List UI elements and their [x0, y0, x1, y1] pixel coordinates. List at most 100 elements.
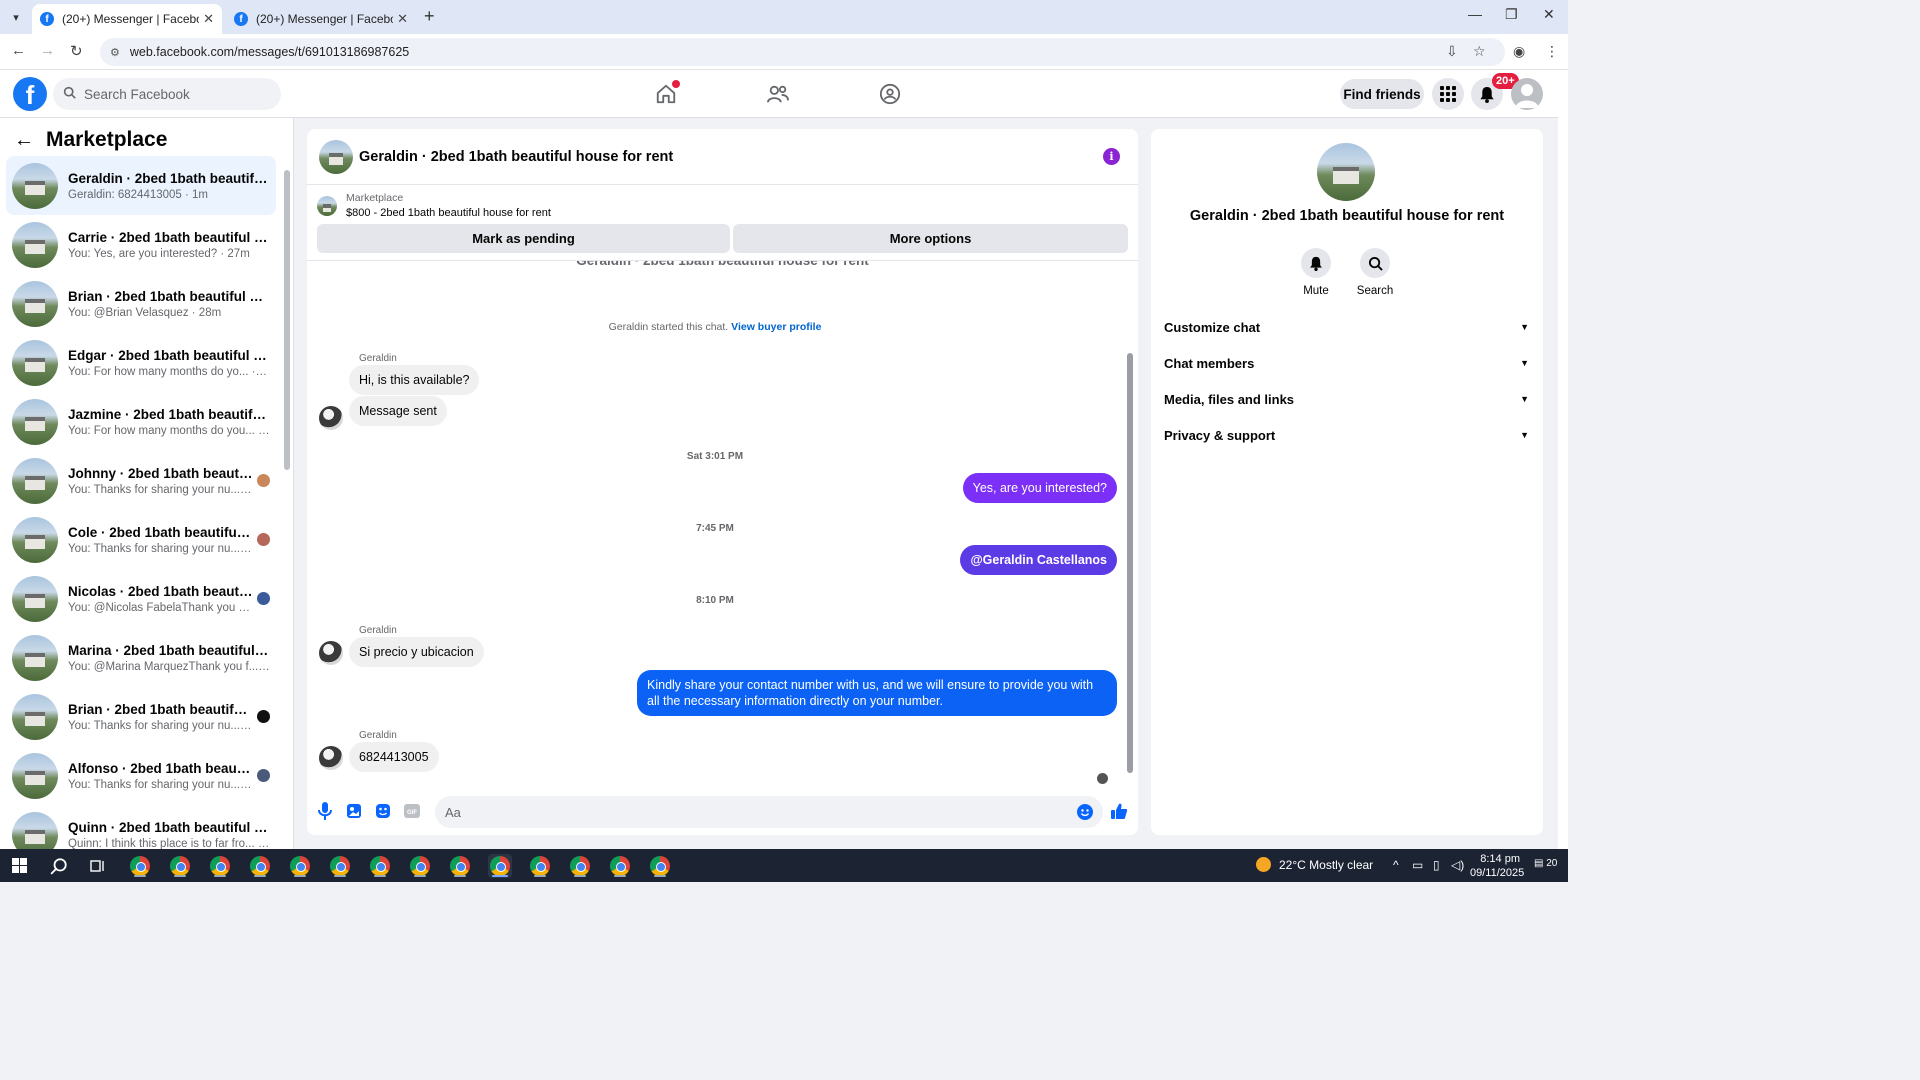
windows-start-icon[interactable]	[12, 858, 27, 873]
more-options-button[interactable]: More options	[733, 224, 1128, 253]
account-avatar[interactable]	[1511, 78, 1543, 110]
media-files-links-section[interactable]: Media, files and links ▼	[1164, 389, 1529, 409]
back-arrow-icon[interactable]: ←	[14, 129, 34, 152]
conversation-item[interactable]: Carrie · 2bed 1bath beautiful ho... You: …	[6, 215, 276, 274]
incoming-message[interactable]: Message sent	[349, 396, 447, 426]
sender-avatar[interactable]	[319, 406, 343, 430]
conversation-item[interactable]: Jazmine · 2bed 1bath beautiful h... You: …	[6, 392, 276, 451]
sticker-icon[interactable]	[374, 802, 392, 820]
chat-scrollbar[interactable]	[1126, 263, 1134, 783]
chrome-taskbar-icon[interactable]	[328, 854, 352, 878]
chrome-taskbar-icon[interactable]	[648, 854, 672, 878]
conversation-item[interactable]: Brian · 2bed 1bath beautiful hou... You: …	[6, 274, 276, 333]
info-icon[interactable]: i	[1103, 148, 1120, 165]
privacy-support-section[interactable]: Privacy & support ▼	[1164, 425, 1529, 445]
mute-button[interactable]: Mute	[1286, 248, 1346, 297]
listing-thumbnail	[12, 162, 58, 209]
chrome-taskbar-icon[interactable]	[168, 854, 192, 878]
customize-chat-section[interactable]: Customize chat ▼	[1164, 317, 1529, 337]
install-app-icon[interactable]: ⇩	[1446, 43, 1458, 60]
incoming-message[interactable]: 6824413005	[349, 742, 439, 772]
weather-widget[interactable]: 22°C Mostly clear	[1256, 857, 1373, 872]
mark-as-pending-button[interactable]: Mark as pending	[317, 224, 730, 253]
chrome-taskbar-icon-active[interactable]	[488, 854, 512, 878]
chat-title[interactable]: Geraldin · 2bed 1bath beautiful house fo…	[359, 149, 673, 165]
emoji-icon[interactable]	[1077, 804, 1093, 820]
find-friends-button[interactable]: Find friends	[1340, 79, 1424, 109]
browser-tab-2[interactable]: f (20+) Messenger | Facebook ✕	[226, 4, 416, 34]
search-input[interactable]: Search Facebook	[53, 78, 281, 110]
thumbs-up-icon[interactable]	[1110, 802, 1128, 820]
search-in-chat-button[interactable]: Search	[1345, 248, 1405, 297]
conversation-item[interactable]: Alfonso · 2bed 1bath beautiful... You: Th…	[6, 746, 276, 805]
outgoing-message[interactable]: Kindly share your contact number with us…	[637, 670, 1117, 716]
mute-label: Mute	[1303, 285, 1329, 297]
chrome-taskbar-icon[interactable]	[128, 854, 152, 878]
incoming-message[interactable]: Si precio y ubicacion	[349, 637, 484, 667]
profile-icon[interactable]: ◉	[1513, 43, 1525, 60]
browser-tab-1[interactable]: f (20+) Messenger | Facebook ✕	[32, 4, 222, 34]
facebook-logo-icon[interactable]: f	[13, 77, 47, 111]
url-input[interactable]: ⚙ web.facebook.com/messages/t/6910131869…	[100, 38, 1505, 66]
sidebar-scrollbar[interactable]	[284, 160, 290, 849]
listing-summary[interactable]: Marketplace $800 - 2bed 1bath beautiful …	[317, 191, 551, 221]
chrome-taskbar-icon[interactable]	[208, 854, 232, 878]
minimize-icon[interactable]: —	[1468, 6, 1482, 22]
microphone-icon[interactable]	[316, 802, 334, 820]
browser-menu-icon[interactable]: ⋮	[1545, 43, 1559, 60]
chat-listing-thumbnail[interactable]	[319, 139, 353, 174]
listing-thumbnail	[12, 457, 58, 504]
friends-icon[interactable]	[766, 82, 790, 106]
chrome-taskbar-icon[interactable]	[248, 854, 272, 878]
battery-icon[interactable]: ▯	[1433, 858, 1440, 872]
incoming-message[interactable]: Hi, is this available?	[349, 365, 480, 395]
menu-grid-icon[interactable]	[1432, 78, 1464, 110]
conversation-item[interactable]: Nicolas · 2bed 1bath beautiful... You: @N…	[6, 569, 276, 628]
new-tab-button[interactable]: +	[424, 6, 435, 27]
message-input-placeholder: Aa	[445, 804, 461, 820]
conversation-item[interactable]: Johnny · 2bed 1bath beautiful... You: Tha…	[6, 451, 276, 510]
back-icon[interactable]: ←	[11, 42, 26, 59]
restore-icon[interactable]: ❐	[1505, 6, 1518, 23]
outgoing-message[interactable]: Yes, are you interested?	[962, 473, 1117, 503]
close-tab-icon[interactable]: ✕	[203, 11, 214, 27]
sender-avatar[interactable]	[319, 641, 343, 665]
conversation-item[interactable]: Marina · 2bed 1bath beautiful h... You: @…	[6, 628, 276, 687]
search-icon[interactable]	[47, 854, 71, 878]
conversation-item[interactable]: Edgar · 2bed 1bath beautiful ho... You: F…	[6, 333, 276, 392]
chrome-taskbar-icon[interactable]	[528, 854, 552, 878]
clock[interactable]: 8:14 pm 09/11/2025	[1470, 852, 1524, 880]
outgoing-message-mention[interactable]: @Geraldin Castellanos	[960, 545, 1117, 575]
page-scrollbar[interactable]	[1558, 70, 1568, 849]
groups-icon[interactable]	[878, 82, 902, 106]
timestamp: Sat 3:01 PM	[686, 451, 744, 462]
conversation-item[interactable]: Quinn · 2bed 1bath beautiful ho... Quinn:…	[6, 805, 276, 849]
task-view-icon[interactable]	[86, 854, 110, 878]
forward-icon[interactable]: →	[40, 42, 55, 59]
chrome-taskbar-icon[interactable]	[568, 854, 592, 878]
chrome-taskbar-icon[interactable]	[448, 854, 472, 878]
tab-search-chevron-icon[interactable]: ▾	[6, 7, 26, 27]
site-info-icon[interactable]: ⚙	[110, 46, 120, 59]
chat-members-section[interactable]: Chat members ▼	[1164, 353, 1529, 373]
network-icon[interactable]: ▭	[1412, 858, 1423, 872]
message-input[interactable]: Aa	[435, 796, 1103, 828]
view-buyer-profile-link[interactable]: View buyer profile	[731, 321, 821, 333]
sender-avatar[interactable]	[319, 746, 343, 770]
notification-center-icon[interactable]: ▤ 20	[1534, 858, 1557, 869]
gif-icon[interactable]: GIF	[403, 802, 421, 820]
bookmark-star-icon[interactable]: ☆	[1473, 43, 1486, 60]
conversation-item[interactable]: Cole · 2bed 1bath beautiful ho... You: Th…	[6, 510, 276, 569]
chrome-taskbar-icon[interactable]	[408, 854, 432, 878]
chrome-taskbar-icon[interactable]	[368, 854, 392, 878]
chrome-taskbar-icon[interactable]	[288, 854, 312, 878]
close-window-icon[interactable]: ✕	[1543, 6, 1555, 23]
conversation-item[interactable]: Brian · 2bed 1bath beautiful h... You: Th…	[6, 687, 276, 746]
close-tab-icon[interactable]: ✕	[397, 11, 408, 27]
volume-icon[interactable]: ◁)	[1451, 858, 1464, 872]
chrome-taskbar-icon[interactable]	[608, 854, 632, 878]
tray-chevron-up-icon[interactable]: ^	[1393, 858, 1399, 872]
reload-icon[interactable]: ↻	[70, 42, 83, 60]
conversation-item[interactable]: Geraldin · 2bed 1bath beautiful ... Geral…	[6, 156, 276, 215]
photo-icon[interactable]	[345, 802, 363, 820]
